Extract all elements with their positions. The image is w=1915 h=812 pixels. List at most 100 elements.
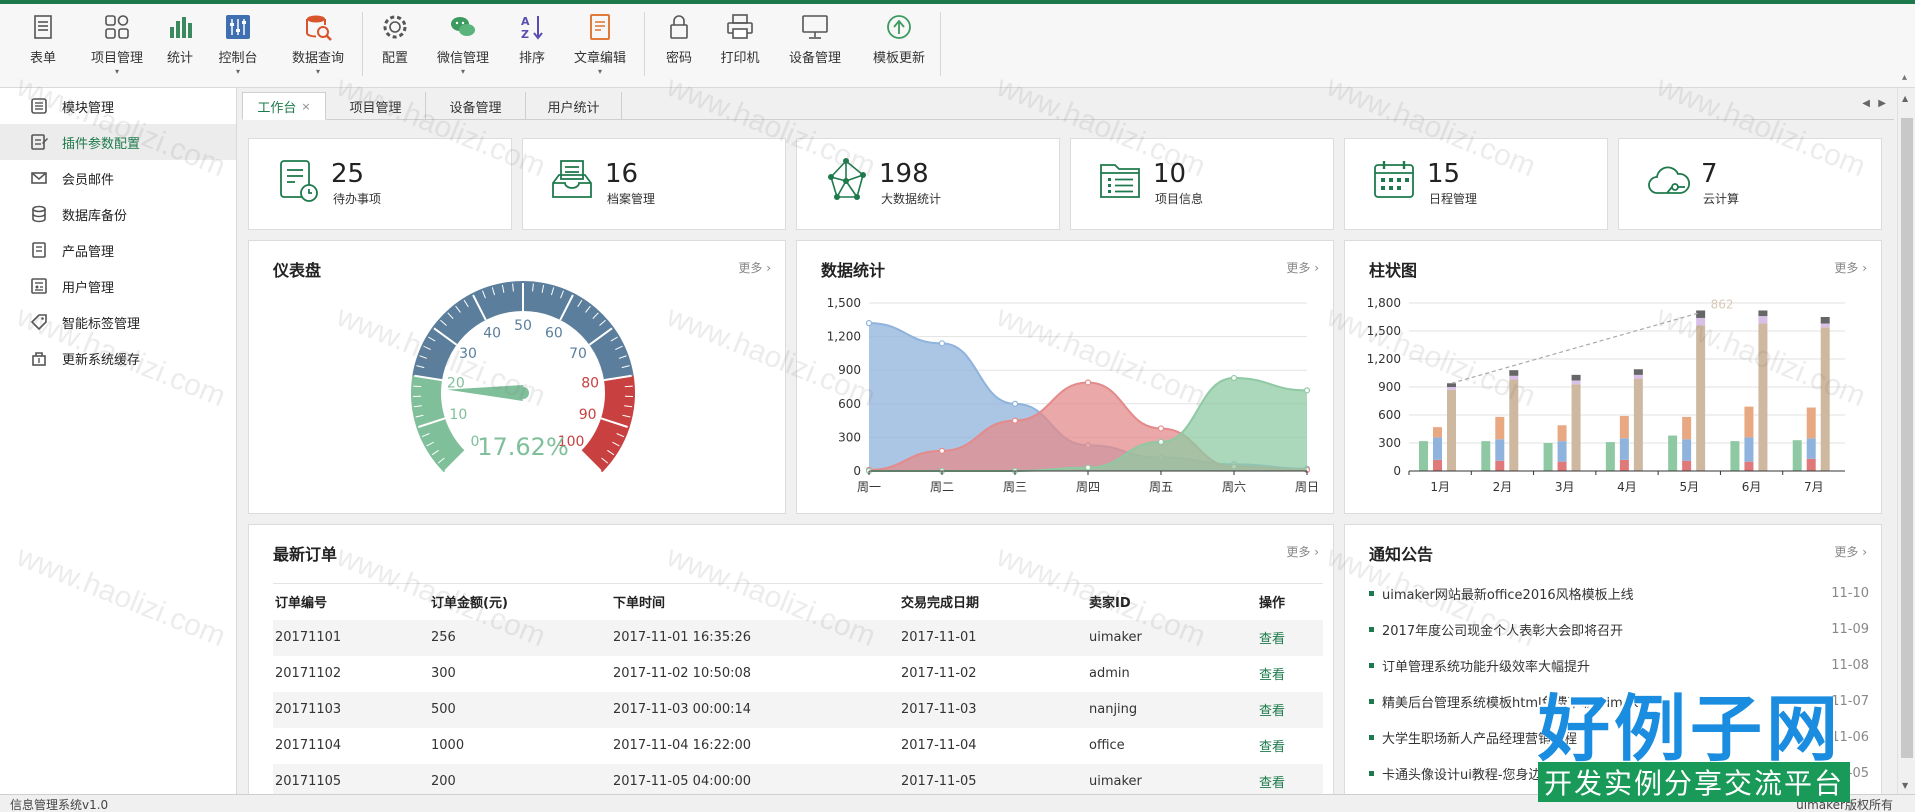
view-order-link[interactable]: 查看 bbox=[1257, 691, 1323, 728]
table-cell: 500 bbox=[429, 691, 611, 728]
ribbon-btn-form[interactable]: 表单 bbox=[20, 4, 66, 76]
area-x-label: 周日 bbox=[1295, 480, 1319, 494]
sidebar-item-module[interactable]: 模块管理 bbox=[0, 88, 236, 124]
bar-x-label: 1月 bbox=[1430, 480, 1450, 494]
stat-card-todo-clock[interactable]: 25 待办事项 bbox=[248, 138, 512, 230]
notice-item[interactable]: 订单管理系统功能升级效率大幅提升 11-08 bbox=[1369, 647, 1869, 683]
scroll-down-icon[interactable]: ▼ bbox=[1902, 781, 1908, 790]
stat-card-network[interactable]: 198 大数据统计 bbox=[796, 138, 1060, 230]
tab-scroll-right-icon[interactable]: ▶ bbox=[1878, 98, 1886, 109]
close-icon[interactable]: × bbox=[301, 100, 310, 113]
orders-col-header: 卖家ID bbox=[1087, 583, 1257, 620]
ribbon-btn-document-edit[interactable]: 文章编辑 ▾ bbox=[564, 4, 636, 76]
notice-date: 11-06 bbox=[1831, 729, 1869, 745]
data-stats-panel: 数据统计 更多 › 0 300 600 900 1,200 1,500 周一 周二 周三 周四 周五… bbox=[796, 240, 1334, 514]
area-point bbox=[938, 340, 946, 347]
notice-list: uimaker网站最新office2016风格模板上线 11-10 2017年度公司… bbox=[1369, 575, 1869, 791]
main-scrollbar[interactable]: ▲ ▼ bbox=[1897, 88, 1915, 794]
module-icon bbox=[30, 97, 48, 115]
network-icon bbox=[823, 157, 869, 203]
area-x-label: 周三 bbox=[1003, 480, 1027, 494]
stat-card-calendar[interactable]: 15 日程管理 bbox=[1344, 138, 1608, 230]
ribbon-btn-database-search[interactable]: 数据查询 ▾ bbox=[282, 4, 354, 76]
area-x-label: 周六 bbox=[1222, 480, 1246, 494]
ribbon-btn-gear[interactable]: 配置 bbox=[372, 4, 418, 76]
notice-item[interactable]: 卡通头像设计ui教程-您身边的设计专家 11-05 bbox=[1369, 755, 1869, 791]
orders-col-header: 订单编号 bbox=[273, 583, 429, 620]
ribbon-btn-label: 文章编辑 bbox=[573, 51, 626, 66]
ribbon-btn-upload-circle[interactable]: 模板更新 bbox=[862, 4, 936, 76]
bar-segment bbox=[1481, 441, 1491, 471]
tab-1[interactable]: 项目管理 bbox=[326, 92, 426, 120]
ribbon-btn-bar-stats[interactable]: 统计 bbox=[160, 4, 200, 76]
ribbon-btn-wechat[interactable]: 微信管理 ▾ bbox=[428, 4, 498, 76]
notice-item[interactable]: 精美后台管理系统模板html免费下载-uimaker 11-07 bbox=[1369, 683, 1869, 719]
table-cell: 1000 bbox=[431, 738, 465, 753]
sidebar-item-user-manage[interactable]: 用户管理 bbox=[0, 268, 236, 304]
notice-item[interactable]: uimaker网站最新office2016风格模板上线 11-10 bbox=[1369, 575, 1869, 611]
bar-segment bbox=[1668, 435, 1678, 471]
sidebar-item-cache[interactable]: 更新系统缓存 bbox=[0, 340, 236, 376]
stat-card-folder-list[interactable]: 10 项目信息 bbox=[1070, 138, 1334, 230]
sidebar-item-mail[interactable]: 会员邮件 bbox=[0, 160, 236, 196]
gauge-tick-label: 40 bbox=[483, 325, 501, 341]
ribbon-btn-lock[interactable]: 密码 bbox=[656, 4, 702, 76]
gauge-chart: 010203040 50 6070809010017.62% bbox=[411, 280, 635, 473]
notice-item[interactable]: 大学生职场新人产品经理营销课程 11-06 bbox=[1369, 719, 1869, 755]
bar-segment bbox=[1682, 439, 1692, 461]
database-icon bbox=[30, 205, 48, 223]
ribbon-separator bbox=[940, 12, 941, 76]
ribbon-btn-sliders[interactable]: 控制台 ▾ bbox=[210, 4, 266, 76]
ribbon-btn-printer[interactable]: 打印机 bbox=[712, 4, 768, 76]
bar-y-tick: 1,500 bbox=[1367, 324, 1401, 338]
orders-more-link[interactable]: 更多 › bbox=[1286, 543, 1319, 560]
tab-scroll-left-icon[interactable]: ◀ bbox=[1862, 98, 1870, 109]
area-x-label: 周四 bbox=[1076, 480, 1100, 494]
notice-item[interactable]: 2017年度公司现金个人表彰大会即将召开 11-09 bbox=[1369, 611, 1869, 647]
ribbon-btn-label: 设备管理 bbox=[788, 51, 841, 67]
sidebar-item-database[interactable]: 数据库备份 bbox=[0, 196, 236, 232]
orders-col-header: 交易完成日期 bbox=[899, 583, 1087, 620]
view-order-link[interactable]: 查看 bbox=[1257, 728, 1323, 764]
scroll-thumb[interactable] bbox=[1901, 118, 1913, 758]
sidebar-item-product[interactable]: 产品管理 bbox=[0, 232, 236, 268]
table-cell: 20171102 bbox=[275, 666, 342, 681]
bar-segment bbox=[1571, 384, 1581, 471]
bar-segment bbox=[1447, 387, 1456, 390]
bar-x-label: 2月 bbox=[1493, 480, 1513, 494]
folder-list-icon bbox=[1097, 157, 1143, 203]
stat-card-cloud[interactable]: 7 云计算 bbox=[1618, 138, 1882, 230]
printer-icon bbox=[723, 10, 757, 43]
ribbon-btn-sort-az[interactable]: A Z 排序 bbox=[512, 4, 552, 76]
area-point bbox=[1157, 438, 1165, 445]
ribbon-btn-monitor[interactable]: 设备管理 bbox=[780, 4, 850, 76]
area-y-tick: 1,500 bbox=[827, 296, 861, 310]
ribbon-collapse-icon[interactable]: ▴ bbox=[1902, 72, 1907, 83]
stat-card-archive-tray[interactable]: 16 档案管理 bbox=[522, 138, 786, 230]
orders-table: 订单编号 订单金额(元) 下单时间 交易完成日期 卖家ID 操作 20171101 256 2… bbox=[273, 583, 1323, 800]
bar-segment bbox=[1433, 459, 1442, 471]
tab-3[interactable]: 用户统计 bbox=[526, 92, 622, 120]
plugin-config-icon bbox=[30, 133, 48, 151]
ribbon-btn-apps-grid[interactable]: 项目管理 ▾ bbox=[80, 4, 154, 76]
notices-more-link[interactable]: 更多 › bbox=[1834, 543, 1867, 560]
sidebar-item-tag[interactable]: 智能标签管理 bbox=[0, 304, 236, 340]
bar-segment bbox=[1696, 317, 1706, 326]
ribbon-btn-label: 排序 bbox=[518, 51, 545, 67]
notice-text: 订单管理系统功能升级效率大幅提升 bbox=[1382, 659, 1591, 675]
table-cell: 2017-11-03 bbox=[899, 691, 1087, 728]
view-order-link[interactable]: 查看 bbox=[1257, 619, 1323, 656]
notice-date: 11-08 bbox=[1831, 657, 1869, 673]
tab-0[interactable]: 工作台 × bbox=[242, 92, 326, 120]
scroll-up-icon[interactable]: ▲ bbox=[1902, 94, 1908, 103]
tab-2[interactable]: 设备管理 bbox=[426, 92, 526, 120]
bar-segment bbox=[1447, 389, 1456, 471]
bar-segment bbox=[1543, 443, 1553, 471]
bar-segment bbox=[1806, 407, 1816, 439]
bar-segment bbox=[1557, 461, 1567, 471]
wechat-icon bbox=[446, 10, 480, 43]
ribbon-separator bbox=[362, 12, 363, 76]
sidebar-item-plugin-config[interactable]: 插件参数配置 bbox=[0, 124, 236, 160]
table-cell: 300 bbox=[431, 666, 456, 681]
view-order-link[interactable]: 查看 bbox=[1257, 656, 1323, 692]
